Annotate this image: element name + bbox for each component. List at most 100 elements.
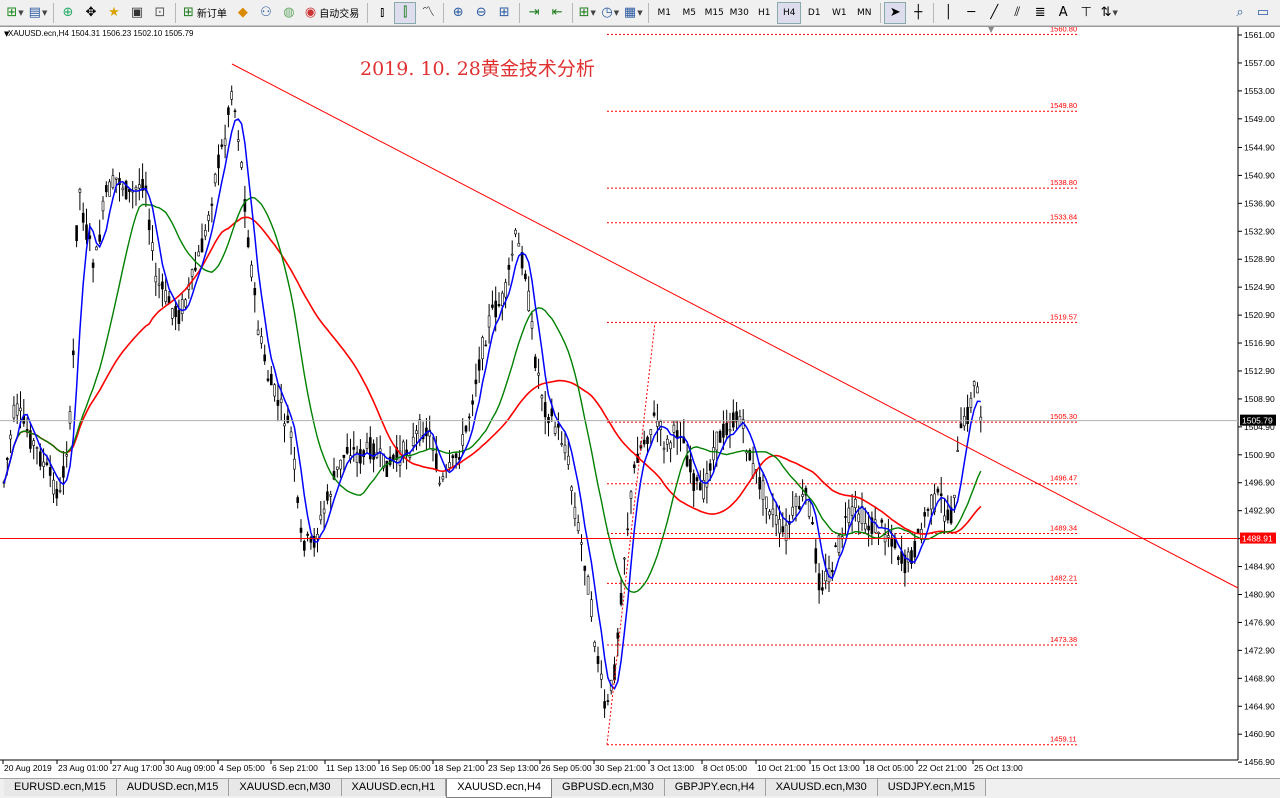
chart-shift-marker-icon[interactable]: ▼ <box>988 27 995 34</box>
time-axis-label: 27 Aug 17:00 <box>112 763 162 773</box>
templates-button[interactable]: ▦ ▼ <box>622 2 644 24</box>
candlestick-icon: ⫿ <box>403 5 408 20</box>
timeframe-m1-button[interactable]: M1 <box>652 2 676 24</box>
autotrading-icon: ◉ <box>304 5 317 20</box>
market-icon: ◍ <box>283 5 295 20</box>
chart-window[interactable]: 1560.80 1549.80 1538.80 1533.84 1519.57 1505.… <box>0 26 1280 778</box>
fib-level-label: 1560.80 <box>1050 27 1077 33</box>
text-label-button[interactable]: ⊤ <box>1075 2 1097 24</box>
price-chart[interactable]: 1560.80 1549.80 1538.80 1533.84 1519.57 1505.… <box>0 27 1280 779</box>
fib-level-label: 1505.30 <box>1050 412 1077 421</box>
price-axis: 1561.00 1557.00 1553.00 1549.00 1544.90 1540.… <box>1238 30 1275 767</box>
text-icon: A <box>1058 5 1068 20</box>
signals-button[interactable]: ⚇ <box>255 2 277 24</box>
timeframe-m15-button[interactable]: M15 <box>702 2 726 24</box>
new-chart-button[interactable]: ⊞ ▼ <box>4 2 26 24</box>
trendline-button[interactable]: ╱ <box>983 2 1005 24</box>
chart-tab[interactable]: GBPJPY.ecn,H4 <box>664 779 766 796</box>
time-axis-label: 8 Oct 05:00 <box>703 763 747 773</box>
diamond-icon: ◆ <box>237 5 248 20</box>
time-axis-label: 26 Sep 05:00 <box>541 763 592 773</box>
fibonacci-button[interactable]: ≣ <box>1029 2 1051 24</box>
price-axis-label: 1496.90 <box>1244 478 1275 488</box>
candle <box>586 574 590 595</box>
candle <box>748 448 752 462</box>
toolbar-separator <box>880 2 882 23</box>
new-order-label: 新订单 <box>196 9 227 20</box>
terminal-icon: ▣ <box>130 5 144 20</box>
zoom-out-button[interactable]: ⊖ <box>470 2 492 24</box>
autotrading-button[interactable]: ◉ 自动交易 <box>301 2 363 24</box>
line-chart-button[interactable]: 〽 <box>417 2 439 24</box>
timeframe-w1-button[interactable]: W1 <box>827 2 851 24</box>
price-axis-label: 1540.90 <box>1244 170 1275 180</box>
horizontal-line-button[interactable]: ─ <box>960 2 982 24</box>
tile-windows-button[interactable]: ⊞ <box>493 2 515 24</box>
chart-tab[interactable]: XAUUSD.ecn,H4 <box>446 779 553 798</box>
line-chart-icon: 〽 <box>421 5 435 20</box>
indicators-button[interactable]: ⊞ ▼ <box>576 2 598 24</box>
price-axis-label: 1524.90 <box>1244 282 1275 292</box>
new-chart-icon: ⊞ <box>6 5 18 20</box>
zoom-in-button[interactable]: ⊕ <box>447 2 469 24</box>
terminal-button[interactable]: ▣ <box>126 2 148 24</box>
channel-icon: ⫽ <box>1014 5 1021 20</box>
timeframe-d1-button[interactable]: D1 <box>802 2 826 24</box>
timeframe-h4-button[interactable]: H4 <box>777 1 802 24</box>
crosshair-move-icon: ✥ <box>85 5 97 20</box>
time-axis-label: 3 Oct 13:00 <box>650 763 694 773</box>
arrows-button[interactable]: ⇅ ▼ <box>1098 2 1120 24</box>
text-button[interactable]: A <box>1052 2 1074 24</box>
price-axis-label: 1520.90 <box>1244 310 1275 320</box>
current-price-tag: 1505.79 <box>1240 414 1276 426</box>
chart-header: XAUUSD.ecn,H4 1504.31 1506.23 1502.10 15… <box>8 29 194 38</box>
metaeditor-button[interactable]: ◆ <box>232 2 254 24</box>
timeframe-m30-button[interactable]: M30 <box>727 2 751 24</box>
indicators-icon: ⊞ <box>578 5 590 20</box>
cursor-button[interactable]: ➤ <box>884 1 907 24</box>
tile-icon: ⊞ <box>498 5 510 20</box>
equidistant-channel-button[interactable]: ⫽ <box>1006 2 1028 24</box>
chart-tab[interactable]: USDJPY.ecn,M15 <box>877 779 986 796</box>
chart-tab[interactable]: XAUUSD.ecn,M30 <box>765 779 878 796</box>
chart-tab[interactable]: EURUSD.ecn,M15 <box>4 779 117 796</box>
strategy-tester-button[interactable]: ⊡ <box>149 2 171 24</box>
timeframe-m5-button[interactable]: M5 <box>677 2 701 24</box>
market-button[interactable]: ◍ <box>278 2 300 24</box>
price-axis-label: 1480.90 <box>1244 589 1275 599</box>
crosshair-button[interactable]: ┼ <box>907 2 929 24</box>
price-axis-label: 1492.90 <box>1244 506 1275 516</box>
main-toolbar: ⊞ ▼ ▤ ▼ ⊕ ✥ ★ ▣ ⊡ ⊞ 新订单 ◆ ⚇ ◍ ◉ 自动交易 ⫾ ⫿ 〽 ⊕… <box>0 0 1280 26</box>
timeframe-h1-button[interactable]: H1 <box>752 2 776 24</box>
templates-icon: ▦ <box>623 5 637 20</box>
market-watch-icon: ⊕ <box>62 5 74 20</box>
price-axis-label: 1468.90 <box>1244 673 1275 683</box>
price-axis-label: 1476.90 <box>1244 617 1275 627</box>
chart-shift-button[interactable]: ⇤ <box>546 2 568 24</box>
candle <box>124 179 128 201</box>
chat-button[interactable]: ▭ <box>1252 2 1274 24</box>
time-axis: 20 Aug 2019 23 Aug 01:00 27 Aug 17:00 30 Au… <box>2 760 1023 773</box>
autoscroll-button[interactable]: ⇥ <box>523 2 545 24</box>
timeframe-mn-button[interactable]: MN <box>852 2 876 24</box>
chart-tab[interactable]: GBPUSD.ecn,M30 <box>552 779 665 796</box>
profiles-button[interactable]: ▤ ▼ <box>27 2 49 24</box>
periods-button[interactable]: ◷ ▼ <box>599 2 621 24</box>
time-axis-label: 4 Sep 05:00 <box>219 763 265 773</box>
chart-tab[interactable]: XAUUSD.ecn,M30 <box>229 779 342 796</box>
fib-level-label: 1549.80 <box>1050 101 1077 110</box>
vertical-line-button[interactable]: │ <box>937 2 959 24</box>
price-axis-label: 1456.90 <box>1244 757 1275 767</box>
chart-tab[interactable]: XAUUSD.ecn,H1 <box>341 779 447 796</box>
price-axis-label: 1557.00 <box>1244 58 1275 68</box>
search-button[interactable]: ⌕ <box>1229 2 1251 24</box>
candlestick-chart-button[interactable]: ⫿ <box>394 1 417 24</box>
chart-tab[interactable]: AUDUSD.ecn,M15 <box>116 779 230 796</box>
new-order-button[interactable]: ⊞ 新订单 <box>179 2 231 24</box>
new-order-icon: ⊞ <box>183 5 194 20</box>
market-watch-button[interactable]: ⊕ <box>57 2 79 24</box>
navigator-button[interactable]: ✥ <box>80 2 102 24</box>
bar-chart-button[interactable]: ⫾ <box>371 2 393 24</box>
time-axis-label: 16 Sep 05:00 <box>380 763 431 773</box>
favorites-button[interactable]: ★ <box>103 2 125 24</box>
